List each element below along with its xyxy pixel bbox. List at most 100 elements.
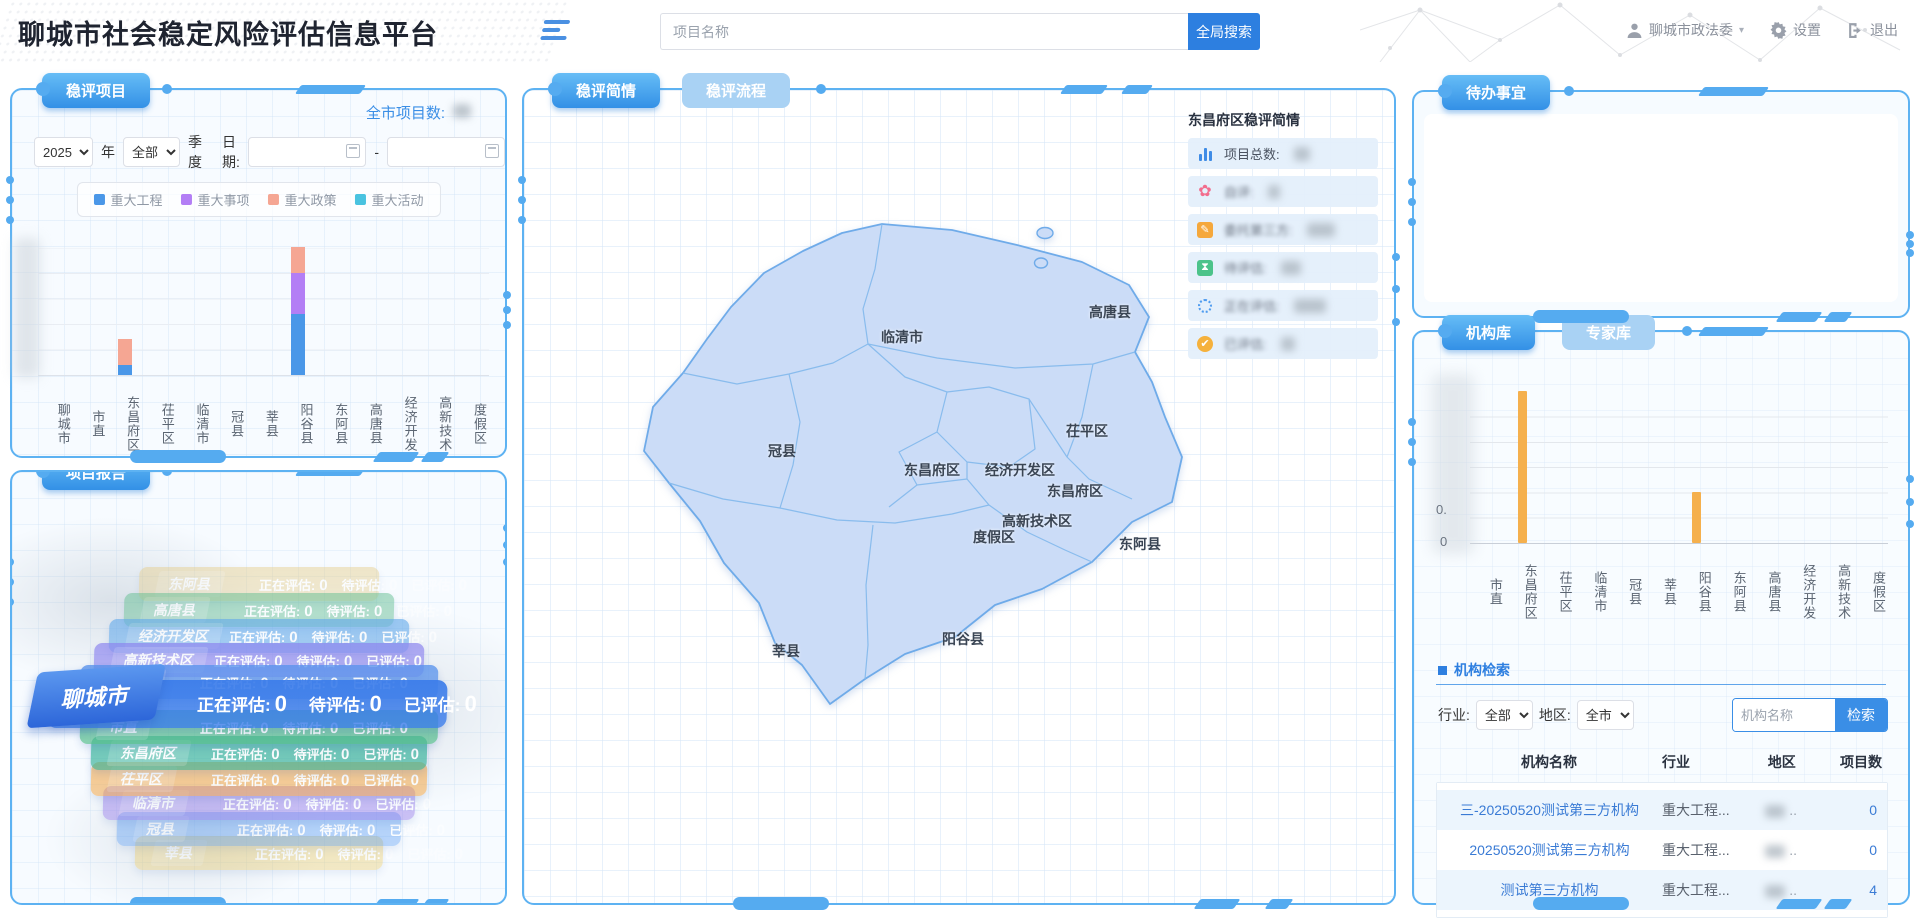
bar-column[interactable] [107, 248, 142, 375]
year-select[interactable]: 2025 [34, 137, 93, 167]
report-stat: 已评估:0 [363, 744, 419, 763]
report-row[interactable]: 聊城市正在评估:0待评估:0已评估:0 [46, 680, 447, 728]
org-region-blurred [1765, 885, 1785, 898]
panel-decoration [1121, 85, 1153, 94]
org-name-link[interactable]: 20250520测试第三方机构 [1437, 840, 1662, 860]
bar-segment [291, 247, 305, 273]
x-label: 经济开发 [1783, 552, 1818, 632]
panel-project-report: 项目报告 东阿县正在评估:0待评估:0已评估:0高唐县正在评估:0待评估:0已评… [10, 470, 507, 905]
org-bar-column[interactable] [1749, 392, 1784, 543]
org-bar-column[interactable] [1644, 392, 1679, 543]
bar-column[interactable] [246, 248, 281, 375]
org-search-button[interactable]: 检索 [1835, 699, 1887, 731]
org-chart-x-labels: 市直东昌府区茌平区临清市冠县莘县阳谷县东阿县高唐县经济开发高新技术度假区 [1470, 552, 1888, 632]
hamburger-menu-icon[interactable] [540, 20, 571, 42]
map-outer-boundary [644, 224, 1182, 704]
bar-column[interactable] [142, 248, 177, 375]
report-region-name: 聊城市 [26, 664, 166, 729]
settings-button[interactable]: 设置 [1770, 20, 1821, 40]
tab-org-library[interactable]: 机构库 [1442, 315, 1535, 350]
x-label: 高新技术 [1818, 552, 1853, 632]
bar-column[interactable] [316, 248, 351, 375]
legend-item[interactable]: 重大工程 [93, 190, 162, 209]
report-stat: 待评估:0 [326, 601, 382, 620]
region-select[interactable]: 全市 [1577, 700, 1634, 730]
quarter-select[interactable]: 全部 [123, 137, 180, 167]
user-menu[interactable]: 聊城市政法委 ▾ [1626, 20, 1744, 40]
report-stat-value: 0 [422, 796, 431, 813]
report-stat-value: 0 [464, 691, 477, 716]
panel-decoration [1264, 899, 1293, 909]
report-stat-value: 0 [443, 603, 452, 620]
org-bar [1692, 492, 1701, 543]
logout-icon [1847, 22, 1864, 39]
bar-segment [291, 273, 305, 314]
org-bar-column[interactable] [1505, 392, 1540, 543]
bar-column[interactable] [350, 248, 385, 375]
x-label-slot: 度假区 [1853, 552, 1888, 632]
x-label-slot: 莘县 [246, 384, 281, 464]
stable-projects-chart: 聊城市市直东昌府区茌平区临清市冠县莘县阳谷县东阿县高唐县经济开发高新技术度假区 [38, 238, 489, 448]
logout-button[interactable]: 退出 [1847, 20, 1898, 40]
page-title: 聊城市社会稳定风险评估信息平台 [18, 13, 438, 52]
tab-brief[interactable]: 稳评简情 [552, 73, 660, 108]
table-row[interactable]: 三-20250520测试第三方机构重大工程... ..0 [1437, 790, 1887, 830]
industry-select[interactable]: 全部 [1476, 700, 1533, 730]
edge-dot [518, 216, 526, 224]
org-region-blurred [1765, 805, 1785, 818]
bar-column[interactable] [177, 248, 212, 375]
org-bar-column[interactable] [1853, 392, 1888, 543]
legend-item[interactable]: 重大政策 [268, 190, 337, 209]
report-carousel[interactable]: 东阿县正在评估:0待评估:0已评估:0高唐县正在评估:0待评估:0已评估:0经济… [12, 472, 505, 903]
org-region-cell: .. [1752, 882, 1811, 898]
report-stats: 正在评估:0待评估:0已评估:0 [210, 770, 419, 789]
bar-column[interactable] [281, 248, 316, 375]
calendar-icon[interactable] [485, 144, 499, 158]
org-y-axis-blurred [1432, 374, 1474, 554]
tab-process[interactable]: 稳评流程 [682, 73, 790, 108]
report-stat-value: 0 [319, 577, 328, 594]
bar-column[interactable] [420, 248, 455, 375]
district-brief-title: 东昌府区稳评简情 [1188, 110, 1378, 130]
brief-row: ✎委托第三方: [1188, 214, 1378, 245]
org-bar-column[interactable] [1574, 392, 1609, 543]
org-project-count: 4 [1811, 882, 1888, 898]
legend-label: 重大工程 [110, 190, 162, 209]
org-bar-column[interactable] [1540, 392, 1575, 543]
section-bullet-icon [1438, 666, 1447, 675]
org-name-link[interactable]: 三-20250520测试第三方机构 [1437, 800, 1662, 820]
report-stat-value: 0 [454, 846, 463, 863]
calendar-icon[interactable] [346, 144, 360, 158]
edge-dot [1392, 285, 1400, 293]
table-row[interactable]: 测试第三方机构重大工程... ..4 [1437, 870, 1887, 910]
brief-value-blurred [1294, 299, 1326, 313]
org-bar-column[interactable] [1470, 392, 1505, 543]
org-name-input[interactable] [1733, 699, 1835, 731]
report-stat-value: 0 [283, 796, 292, 813]
liaocheng-map[interactable] [637, 217, 1197, 727]
org-bar-column[interactable] [1679, 392, 1714, 543]
check-circle-icon: ✔ [1196, 335, 1214, 353]
org-bar-column[interactable] [1714, 392, 1749, 543]
bar-column[interactable] [38, 248, 73, 375]
bar-column[interactable] [385, 248, 420, 375]
legend-item[interactable]: 重大活动 [355, 190, 424, 209]
org-bar-column[interactable] [1609, 392, 1644, 543]
bar-column[interactable] [73, 248, 108, 375]
x-label: 度假区 [454, 384, 489, 464]
org-region-ellipsis: .. [1785, 882, 1797, 898]
legend-item[interactable]: 重大事项 [180, 190, 249, 209]
gear-icon [1770, 22, 1787, 39]
edge-dot [1408, 458, 1416, 466]
bar-column[interactable] [211, 248, 246, 375]
org-bar-column[interactable] [1818, 392, 1853, 543]
table-row[interactable]: 20250520测试第三方机构重大工程... ..0 [1437, 830, 1887, 870]
org-project-count: 0 [1811, 842, 1888, 858]
org-bar-column[interactable] [1783, 392, 1818, 543]
search-input[interactable] [660, 13, 1188, 50]
edge-dot [1408, 418, 1416, 426]
global-search-button[interactable]: 全局搜索 [1188, 13, 1260, 50]
report-stat: 正在评估:0 [254, 844, 323, 863]
edge-dot [1408, 198, 1416, 206]
bar-column[interactable] [454, 248, 489, 375]
